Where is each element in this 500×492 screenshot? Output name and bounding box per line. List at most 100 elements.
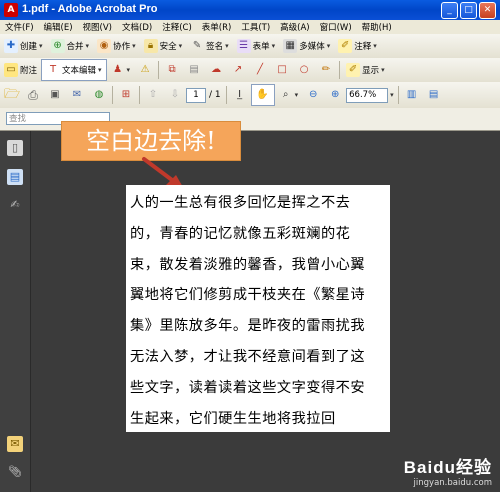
sign-button[interactable]: ✎ 签名 ▾ [186, 36, 233, 56]
oval-icon: ○ [299, 64, 309, 75]
zoom-out-icon: ⊖ [308, 89, 318, 100]
select-tool[interactable]: I̲ [229, 85, 251, 105]
chevron-down-icon: ▾ [178, 42, 183, 50]
next-page-button[interactable]: ⇩ [164, 85, 186, 105]
secure-button[interactable]: 🔒︎ 安全 ▾ [140, 36, 187, 56]
show-comments-icon: ✐ [346, 63, 361, 77]
zoom-in-button[interactable]: ⊕ [324, 85, 346, 105]
forms-button[interactable]: ☰ 表单 ▾ [233, 36, 280, 56]
open-button[interactable]: 🗁 [0, 85, 22, 105]
stamp-button[interactable]: ♟ ▾ [107, 60, 135, 80]
text-line: 些文字，读着读着这些文字变得不安 [130, 379, 366, 396]
print-button[interactable]: ⎙ [22, 85, 44, 105]
text-line: 生起来，它们硬生生地将我拉回 [130, 410, 336, 427]
watermark: Baidu经验 jingyan.baidu.com [404, 453, 492, 488]
separator [225, 86, 227, 104]
text-line: 束，散发着淡雅的馨香，我曾小心翼 [130, 256, 366, 273]
create-button[interactable]: ✚ 创建 ▾ [0, 36, 47, 56]
menu-tools[interactable]: 工具(T) [236, 21, 275, 33]
menu-comments[interactable]: 注释(C) [157, 21, 197, 33]
chevron-down-icon: ▾ [132, 42, 136, 50]
signatures-icon[interactable]: ✍ [7, 197, 23, 213]
zoom-tool-icon: ⌕ [282, 89, 289, 100]
rectangle-tool[interactable]: □ [271, 60, 293, 80]
combine-icon: ⊕ [50, 39, 65, 53]
chevron-down-icon: ▾ [381, 66, 385, 74]
chevron-down-icon: ▾ [85, 42, 90, 50]
separator [139, 86, 140, 104]
watermark-url: jingyan.baidu.com [413, 478, 492, 488]
maximize-button[interactable]: □ [460, 2, 477, 19]
chevron-down-icon: ▾ [373, 42, 377, 50]
arrow-tool[interactable]: ↗ [227, 60, 249, 80]
menu-forms[interactable]: 表单(R) [197, 21, 237, 33]
menu-file[interactable]: 文件(F) [0, 21, 39, 33]
combine-button[interactable]: ⊕ 合并 ▾ [47, 36, 94, 56]
line-tool[interactable]: ╱ [249, 60, 271, 80]
comment-button[interactable]: ✐ 注释 ▾ [334, 36, 381, 56]
menu-window[interactable]: 窗口(W) [315, 21, 357, 33]
lock-icon: 🔒︎ [143, 39, 158, 53]
menu-help[interactable]: 帮助(H) [357, 21, 397, 33]
multimedia-button[interactable]: ▦ 多媒体 ▾ [279, 36, 334, 56]
sticky-note-button[interactable]: ▭ 附注 [0, 60, 41, 80]
create-icon: ✚ [4, 39, 18, 53]
paperclip-icon[interactable]: 📎︎ [7, 464, 23, 480]
chevron-down-icon: ▾ [39, 42, 43, 50]
prev-page-button[interactable]: ⇧ [142, 85, 164, 105]
bookmarks-icon[interactable]: ▤ [7, 169, 23, 185]
web-button[interactable]: ◍ [88, 85, 110, 105]
tools-icon: ⊞ [121, 89, 131, 100]
collaborate-button[interactable]: ◉ 协作 ▾ [93, 36, 140, 56]
fit-width-button[interactable]: ▤ [423, 85, 445, 105]
comments-panel-icon[interactable]: ✉ [7, 436, 23, 452]
oval-tool[interactable]: ○ [293, 60, 315, 80]
save-button[interactable]: ▣ [44, 85, 66, 105]
chevron-down-icon[interactable]: ▾ [388, 91, 396, 99]
acrobat-tools-button[interactable]: ⊞ [115, 85, 137, 105]
text-edit-button[interactable]: T 文本编辑 ▾ [41, 59, 107, 81]
menu-bar: 文件(F) 编辑(E) 视图(V) 文档(D) 注释(C) 表单(R) 工具(T… [0, 20, 500, 34]
fit-page-button[interactable]: ▥ [401, 85, 423, 105]
chevron-down-icon: ▾ [98, 66, 102, 74]
hand-icon: ✋ [256, 89, 269, 100]
title-bar: A 1.pdf - Adobe Acrobat Pro _ □ ✕ [0, 0, 500, 20]
show-button[interactable]: ✐ 显示 ▾ [342, 60, 389, 80]
text-line: 集》里陈放多年。是昨夜的雷雨扰我 [130, 318, 366, 335]
pages-icon[interactable]: ▯ [7, 140, 23, 156]
hand-tool[interactable]: ✋ [250, 84, 275, 106]
attach-button[interactable]: ⚠ [134, 60, 156, 80]
cloud-tool[interactable]: ☁ [205, 60, 227, 80]
pencil-icon: ✏ [321, 64, 331, 75]
save-icon: ▣ [50, 89, 60, 100]
menu-view[interactable]: 视图(V) [78, 21, 117, 33]
form-icon: ☰ [236, 39, 251, 53]
watermark-brand: Baidu经验 [403, 458, 492, 477]
page-number-input[interactable]: 1 [186, 87, 206, 103]
minimize-button[interactable]: _ [441, 2, 458, 19]
marquee-zoom-tool[interactable]: ⌕ ▾ [275, 85, 303, 105]
zoom-out-button[interactable]: ⊖ [302, 85, 324, 105]
menu-edit[interactable]: 编辑(E) [39, 21, 78, 33]
fit-page-icon: ▥ [406, 89, 417, 100]
arrow-down-icon: ⇩ [170, 89, 180, 100]
line-icon: ╱ [257, 64, 264, 75]
acrobat-icon: A [4, 3, 18, 17]
chevron-down-icon: ▾ [294, 91, 299, 99]
tasks-toolbar: ✚ 创建 ▾ ⊕ 合并 ▾ ◉ 协作 ▾ 🔒︎ 安全 ▾ ✎ 签名 ▾ ☰ 表单 ▾ ▦ 多… [0, 34, 500, 59]
textbox-icon: ▤ [189, 64, 199, 75]
callout-tool[interactable]: ⧉ [161, 60, 183, 80]
text-select-icon: I̲ [238, 89, 242, 100]
close-button[interactable]: ✕ [479, 2, 496, 19]
fit-width-icon: ▤ [428, 89, 439, 100]
text-line: 无法入梦，才让我不经意间看到了这 [130, 348, 366, 365]
stamp-icon: ♟ [113, 64, 123, 75]
menu-advanced[interactable]: 高级(A) [275, 21, 314, 33]
textbox-tool[interactable]: ▤ [183, 60, 205, 80]
text-edit-icon: T [49, 64, 57, 75]
menu-document[interactable]: 文档(D) [117, 21, 157, 33]
zoom-level-input[interactable]: 66.7% [346, 87, 389, 103]
email-button[interactable]: ✉ [66, 85, 88, 105]
pencil-tool[interactable]: ✏ [315, 60, 337, 80]
chevron-down-icon: ▾ [225, 42, 229, 50]
